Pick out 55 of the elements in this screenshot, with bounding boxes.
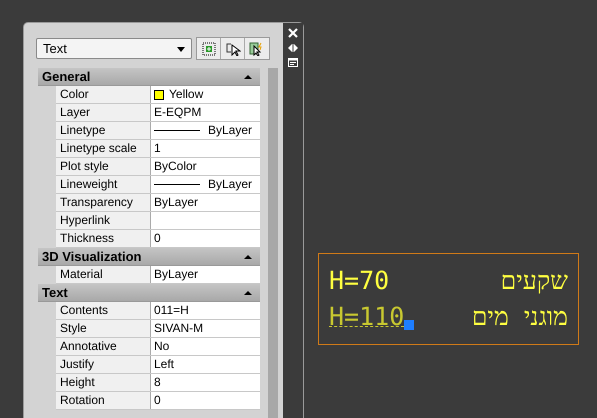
auto-hide-icon[interactable]: [288, 44, 298, 52]
property-label: Contents: [56, 302, 151, 319]
section-title: General: [42, 69, 90, 84]
property-value[interactable]: ByColor: [151, 158, 260, 175]
property-label: Transparency: [56, 194, 151, 211]
cad-text[interactable]: H=110: [329, 302, 404, 332]
collapse-arrow-icon[interactable]: [244, 290, 252, 294]
section-title: Text: [42, 285, 68, 300]
property-value[interactable]: ByLayer: [151, 266, 260, 283]
section-header[interactable]: Text: [38, 284, 260, 302]
property-value[interactable]: E-EQPM: [151, 104, 260, 121]
property-value[interactable]: No: [151, 338, 260, 355]
property-label: Material: [56, 266, 151, 283]
cad-text[interactable]: מוגני מים: [472, 302, 568, 332]
property-label: Lineweight: [56, 176, 151, 193]
scrollbar[interactable]: [268, 68, 278, 418]
property-label: Color: [56, 86, 151, 103]
property-label: Linetype scale: [56, 140, 151, 157]
line-sample-icon: [154, 184, 200, 185]
color-name: Yellow: [169, 86, 204, 103]
properties-menu-icon[interactable]: [288, 58, 298, 67]
section-title: 3D Visualization: [42, 249, 142, 264]
line-value: ByLayer: [208, 122, 252, 139]
property-label: Linetype: [56, 122, 151, 139]
property-value[interactable]: 8: [151, 374, 260, 391]
collapse-arrow-icon[interactable]: [244, 254, 252, 258]
close-icon[interactable]: [288, 28, 298, 38]
section-header[interactable]: 3D Visualization: [38, 248, 260, 266]
line-sample-icon: [154, 130, 200, 131]
property-label: Rotation: [56, 392, 151, 409]
property-label: Height: [56, 374, 151, 391]
collapse-arrow-icon[interactable]: [244, 74, 252, 78]
property-value[interactable]: 011=H: [151, 302, 260, 319]
property-label: Hyperlink: [56, 212, 151, 229]
property-value[interactable]: ByLayer: [151, 122, 260, 139]
property-value[interactable]: ByLayer: [151, 176, 260, 193]
cad-text[interactable]: H=70: [329, 266, 390, 296]
property-label: Thickness: [56, 230, 151, 247]
property-label: Layer: [56, 104, 151, 121]
property-value[interactable]: SIVAN-M: [151, 320, 260, 337]
line-value: ByLayer: [208, 176, 252, 193]
object-type-dropdown[interactable]: Text: [36, 38, 192, 59]
property-value[interactable]: ByLayer: [151, 194, 260, 211]
property-value[interactable]: Yellow: [151, 86, 260, 103]
section-header[interactable]: General: [38, 68, 260, 86]
property-label: Annotative: [56, 338, 151, 355]
grip-handle[interactable]: [404, 320, 414, 330]
property-value[interactable]: 0: [151, 392, 260, 409]
cad-text[interactable]: שקעים: [500, 266, 568, 296]
property-value[interactable]: 0: [151, 230, 260, 247]
property-value[interactable]: Left: [151, 356, 260, 373]
property-label: Plot style: [56, 158, 151, 175]
property-label: Style: [56, 320, 151, 337]
property-value[interactable]: 1: [151, 140, 260, 157]
property-label: Justify: [56, 356, 151, 373]
